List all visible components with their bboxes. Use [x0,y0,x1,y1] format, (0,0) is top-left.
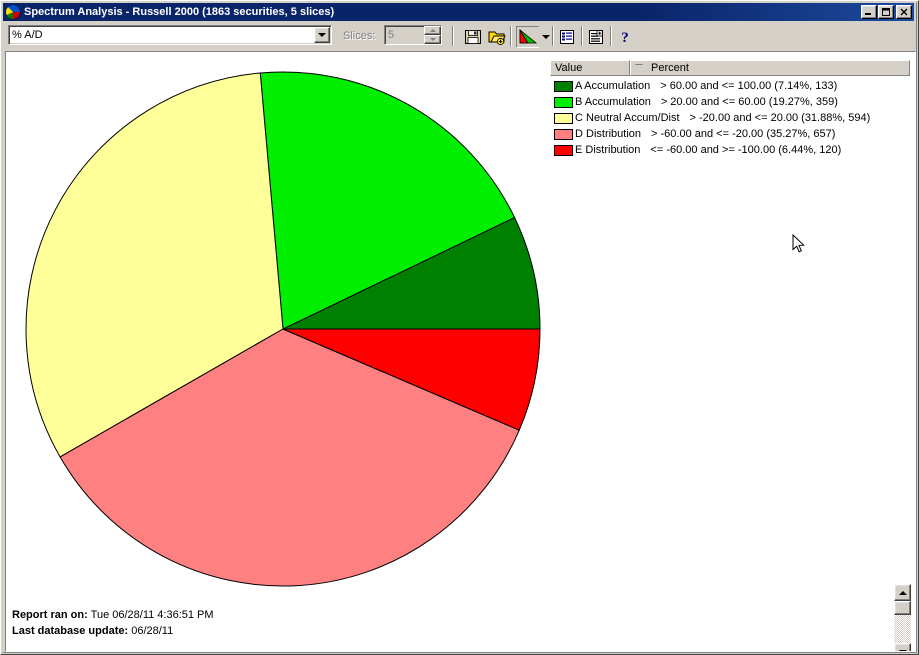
legend-item[interactable]: A Accumulation > 60.00 and <= 100.00 (7.1… [550,78,910,94]
vertical-scrollbar[interactable] [894,584,911,651]
pie-chart[interactable] [20,66,546,592]
svg-text:?: ? [621,30,629,46]
legend-column-percent[interactable]: Percent [630,60,910,76]
legend-item-label: D Distribution [575,128,642,140]
legend-color-swatch [554,128,573,140]
window-title: Spectrum Analysis - Russell 2000 (1863 s… [24,6,335,18]
detail-report-add-icon [589,30,603,44]
legend-item[interactable]: E Distribution <= -60.00 and >= -100.00 (… [550,142,910,158]
scroll-up-button[interactable] [894,584,911,601]
legend-color-swatch [554,96,573,108]
list-report-button[interactable] [555,26,579,48]
pie-chart-icon [5,4,21,20]
toolbar-separator-1 [452,26,454,46]
chart-legend: Value Percent A Accumulation > 60.00 and … [550,60,910,158]
toolbar-separator-5 [610,26,612,46]
legend-header: Value Percent [550,60,910,76]
legend-item-range: > -20.00 and <= 20.00 (31.88%, 594) [689,112,871,124]
legend-item[interactable]: C Neutral Accum/Dist > -20.00 and <= 20.0… [550,110,910,126]
scroll-down-button[interactable] [894,643,911,651]
application-window: Spectrum Analysis - Russell 2000 (1863 s… [0,0,919,655]
legend-item-range: > 20.00 and <= 60.00 (19.27%, 359) [660,96,838,108]
legend-item-label: A Accumulation [575,80,651,92]
chart-type-dropdown-button[interactable] [539,26,552,48]
legend-column-percent-label: Percent [651,62,689,74]
metric-combo-box[interactable]: % A/D [8,25,332,45]
help-button[interactable]: ? [613,26,637,48]
toolbar-separator-2 [510,26,512,46]
report-footer: Report ran on: Tue 06/28/11 4:36:51 PM L… [12,607,214,639]
maximize-button[interactable] [878,5,894,19]
scrollbar-thumb[interactable] [894,601,911,615]
legend-item-range: > 60.00 and <= 100.00 (7.14%, 133) [660,80,838,92]
toolbar: % A/D Slices: 5 ? [3,22,914,50]
slices-increment-button[interactable] [424,26,441,35]
open-button[interactable] [485,26,509,48]
legend-item-label: E Distribution [575,144,641,156]
legend-item-label: B Accumulation [575,96,651,108]
toolbar-separator-4 [581,26,583,46]
floppy-disk-icon [465,30,481,44]
last-update-label: Last database update: [12,625,129,637]
slices-value: 5 [388,29,395,41]
legend-column-value[interactable]: Value [550,60,630,76]
last-update-value: 06/28/11 [131,625,174,637]
pie-chart-view-button[interactable] [516,26,540,48]
legend-item-label: C Neutral Accum/Dist [575,112,680,124]
slices-label: Slices: [343,30,376,42]
close-button[interactable] [896,5,912,19]
legend-color-swatch [554,144,573,156]
metric-combo-value: % A/D [12,29,43,41]
open-folder-add-icon [488,31,506,46]
legend-color-swatch [554,80,573,92]
report-client-area: Value Percent A Accumulation > 60.00 and … [5,51,916,652]
slices-decrement-button[interactable] [424,35,441,44]
save-button[interactable] [461,26,485,48]
report-ran-value: Tue 06/28/11 4:36:51 PM [90,609,214,621]
legend-item-range: > -60.00 and <= -20.00 (35.27%, 657) [651,128,836,140]
chevron-down-icon [541,35,550,39]
legend-item-range: <= -60.00 and >= -100.00 (6.44%, 120) [650,144,842,156]
legend-item[interactable]: D Distribution > -60.00 and <= -20.00 (35… [550,126,910,142]
minimize-button[interactable] [861,5,877,19]
report-ran-label: Report ran on: [12,609,88,621]
list-report-icon [560,30,574,44]
title-bar[interactable]: Spectrum Analysis - Russell 2000 (1863 s… [3,3,914,21]
scrollbar-track[interactable] [894,615,911,643]
legend-items: A Accumulation > 60.00 and <= 100.00 (7.1… [550,78,910,158]
legend-color-swatch [554,112,573,124]
slices-spin-buttons[interactable] [424,26,441,44]
last-update-line: Last database update: 06/28/11 [12,623,214,639]
chevron-down-icon[interactable] [314,27,330,43]
detail-report-button[interactable] [584,26,608,48]
question-mark-icon: ? [621,30,629,46]
window-controls [860,5,912,19]
legend-item[interactable]: B Accumulation > 20.00 and <= 60.00 (19.2… [550,94,910,110]
report-ran-line: Report ran on: Tue 06/28/11 4:36:51 PM [12,607,214,623]
toolbar-separator-3 [552,26,554,46]
pie-chart-icon [519,29,537,44]
sort-descending-icon [635,65,643,71]
slices-stepper[interactable]: 5 [384,25,442,45]
chart-canvas: Value Percent A Accumulation > 60.00 and … [6,52,915,651]
